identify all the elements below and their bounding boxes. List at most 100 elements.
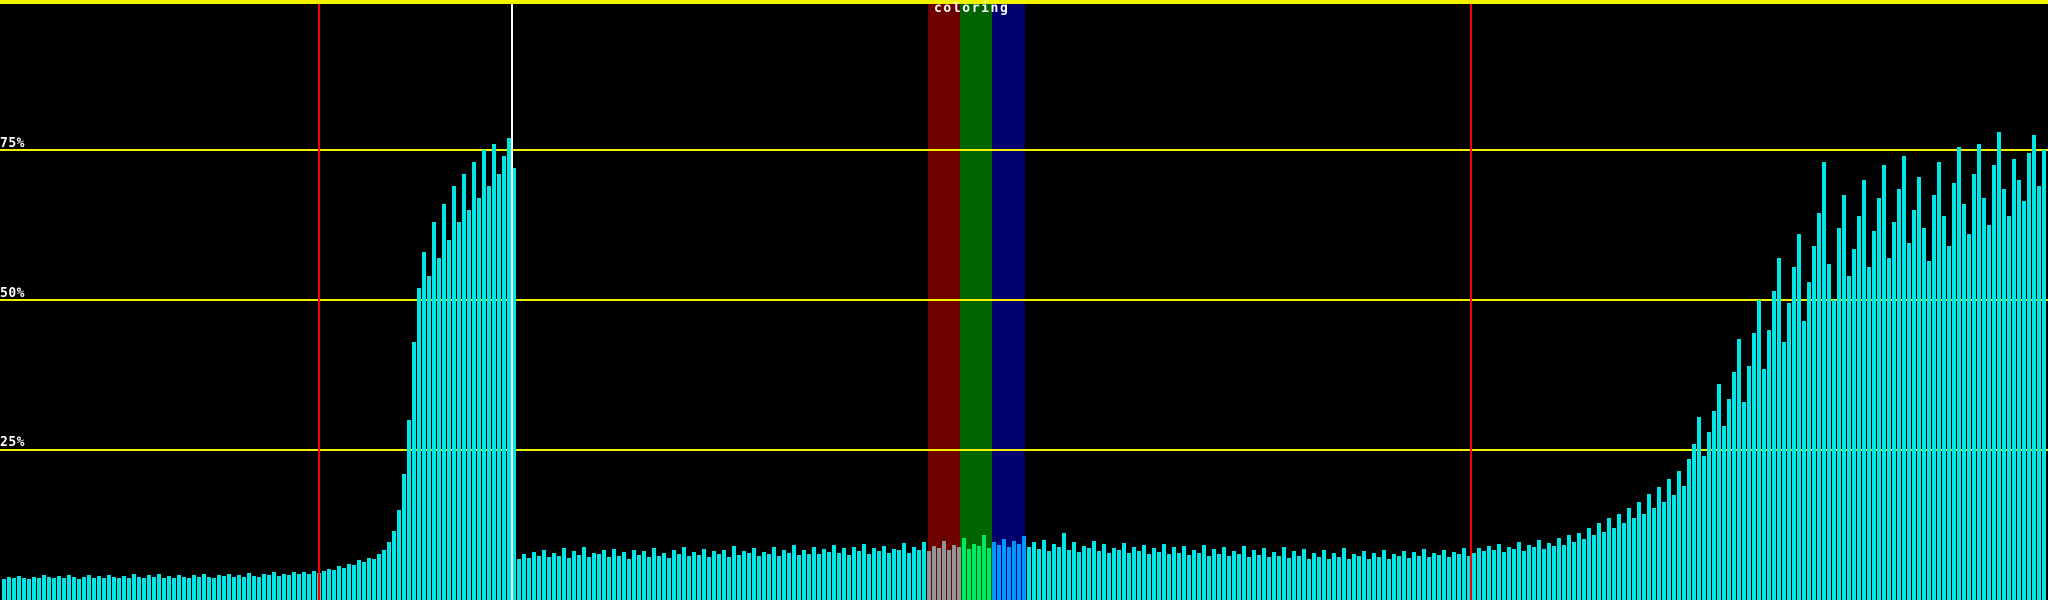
histogram-bar [547, 557, 551, 600]
histogram-bar [212, 577, 216, 600]
histogram-bar [2027, 153, 2031, 600]
histogram-bar [522, 554, 526, 600]
histogram-bar [302, 572, 306, 600]
histogram-bar [1642, 513, 1646, 600]
histogram-bar [1542, 549, 1546, 600]
histogram-bar [1452, 552, 1456, 600]
histogram-bar [467, 210, 471, 600]
gridline-50 [0, 299, 2048, 301]
histogram-bar [952, 544, 956, 600]
histogram-bar [907, 552, 911, 600]
histogram-bar [177, 574, 181, 600]
histogram-bar [1227, 556, 1231, 600]
histogram-bar [387, 542, 391, 600]
histogram-bar [207, 576, 211, 600]
histogram-bar [647, 556, 651, 600]
histogram-bar [572, 550, 576, 600]
red-marker-right-line[interactable] [1470, 0, 1472, 600]
histogram-bar [712, 550, 716, 600]
histogram-bar [1287, 558, 1291, 600]
histogram-bar [1117, 550, 1121, 600]
histogram-bar [722, 549, 726, 600]
histogram-bar [1462, 548, 1466, 600]
histogram-bar [1417, 556, 1421, 600]
histogram-bar [1672, 495, 1676, 600]
histogram-bar [792, 545, 796, 600]
histogram-bar [82, 576, 86, 600]
histogram-bar [342, 567, 346, 600]
histogram-bar [1717, 384, 1721, 600]
histogram-bar [627, 558, 631, 600]
histogram-bar [737, 555, 741, 600]
histogram-bar [172, 578, 176, 600]
histogram-bar [787, 552, 791, 600]
histogram-bar [932, 546, 936, 600]
histogram-bar [1632, 518, 1636, 600]
histogram-bar [1857, 216, 1861, 600]
histogram-bar [1332, 553, 1336, 600]
histogram-bar [287, 575, 291, 600]
histogram-bar [1702, 456, 1706, 600]
histogram-bar [327, 568, 331, 600]
histogram-bar [1987, 225, 1991, 600]
white-marker-mid-line[interactable] [511, 0, 513, 600]
histogram-bar [1902, 156, 1906, 600]
histogram-bar [1222, 547, 1226, 600]
histogram-bar [77, 579, 81, 600]
histogram-bar [1262, 548, 1266, 600]
histogram-bar [382, 549, 386, 600]
histogram-bar [1202, 544, 1206, 600]
histogram-bar [2002, 189, 2006, 600]
histogram-bar [1112, 547, 1116, 600]
histogram-bar [1832, 300, 1836, 600]
histogram-bar [97, 576, 101, 600]
histogram-bar [2007, 216, 2011, 600]
histogram-bar [1647, 494, 1651, 600]
histogram-bar [1437, 555, 1441, 600]
histogram-bar [1122, 543, 1126, 600]
histogram-bar [1602, 531, 1606, 600]
histogram-bar [1377, 556, 1381, 600]
histogram-bar [477, 198, 481, 600]
histogram-bar [432, 222, 436, 600]
histogram-bar [157, 574, 161, 600]
histogram-bar [1252, 549, 1256, 600]
histogram-bar [1372, 552, 1376, 600]
histogram-bar [1967, 234, 1971, 600]
histogram-bar [1882, 165, 1886, 600]
histogram-bar [412, 342, 416, 600]
histogram-bar [1022, 536, 1026, 600]
histogram-bar [867, 553, 871, 600]
histogram-bar [557, 555, 561, 600]
histogram-bar [1637, 501, 1641, 600]
histogram-bar [912, 547, 916, 600]
histogram-bar [1187, 555, 1191, 600]
histogram-bar [987, 548, 991, 600]
red-marker-left-line[interactable] [318, 0, 320, 600]
histogram-bar [922, 542, 926, 600]
histogram-bar [1617, 513, 1621, 600]
histogram-bar [1182, 546, 1186, 600]
histogram-bar [822, 549, 826, 600]
histogram-bar [292, 571, 296, 600]
histogram-bar [642, 551, 646, 600]
histogram-bar [1307, 558, 1311, 600]
histogram-bar [1897, 189, 1901, 600]
histogram-bar [747, 553, 751, 600]
histogram-bar [717, 553, 721, 600]
histogram-bar [1062, 532, 1066, 600]
histogram-bar [982, 535, 986, 600]
histogram-bar [832, 544, 836, 600]
histogram-bar [402, 474, 406, 600]
histogram-bar [1782, 342, 1786, 600]
histogram-bar [407, 420, 411, 600]
histogram-bar [802, 549, 806, 600]
histogram-bar [1667, 478, 1671, 600]
histogram-bar [482, 150, 486, 600]
histogram-bar [847, 555, 851, 600]
histogram-bar [1682, 486, 1686, 600]
histogram-bar [1982, 198, 1986, 600]
histogram-bar [1992, 165, 1996, 600]
histogram-bar [1802, 321, 1806, 600]
histogram-bar [817, 554, 821, 600]
